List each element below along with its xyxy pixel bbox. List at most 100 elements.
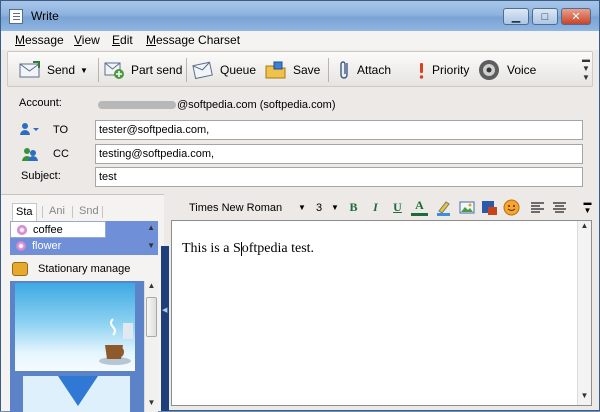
highlight-icon[interactable] (435, 199, 452, 216)
menu-bar: Message View Edit Message Charset (1, 31, 599, 50)
menu-edit[interactable]: Edit (112, 33, 133, 47)
scroll-down-icon[interactable]: ▼ (147, 241, 155, 250)
minimize-icon: ▁ (511, 11, 521, 23)
write-window: Write ▁ □ ✕ Message View Edit Message Ch… (0, 0, 600, 412)
font-family-select[interactable]: Times New Roman (189, 202, 282, 214)
account-value: @softpedia.com (softpedia.com) (177, 99, 336, 111)
maximize-button[interactable]: □ (532, 8, 558, 25)
body-text-after-caret: oftpedia test. (241, 241, 315, 256)
account-field[interactable]: @softpedia.com (softpedia.com) (95, 96, 565, 116)
tab-divider (72, 206, 73, 218)
scroll-up-icon[interactable]: ▲ (145, 281, 158, 295)
menu-view[interactable]: View (74, 33, 100, 47)
cc-field[interactable]: testing@softpedia.com, (95, 144, 583, 164)
queue-button[interactable]: Queue (191, 56, 256, 84)
scroll-down-icon[interactable]: ▼ (145, 398, 158, 412)
window-title: Write (31, 9, 59, 23)
text-color-icon[interactable]: A (411, 199, 428, 216)
bold-icon[interactable]: B (345, 199, 362, 216)
list-item[interactable]: flower (10, 238, 61, 255)
contacts-icon[interactable] (19, 122, 41, 139)
align-left-icon[interactable] (529, 199, 546, 216)
tab-divider (42, 206, 43, 218)
toolbar-divider (98, 58, 99, 82)
part-send-icon (102, 59, 126, 81)
send-label: Send (47, 63, 76, 77)
title-bar[interactable]: Write ▁ □ ✕ (1, 1, 599, 31)
stationery-preview (10, 281, 158, 412)
queue-label: Queue (220, 63, 257, 77)
save-folder-icon (264, 59, 288, 81)
flower-preview-image[interactable] (23, 376, 130, 412)
subject-label: Subject: (21, 170, 61, 182)
redacted-account-name (98, 101, 176, 110)
body-text-before-caret: This is a S (182, 241, 241, 256)
arrow-down-icon (58, 376, 98, 406)
chevron-down-icon[interactable]: ▼ (80, 66, 88, 75)
message-body-editor[interactable]: This is a Softpedia test. ▲ ▼ (171, 220, 592, 406)
toolbar-overflow-icon[interactable]: ▬ ▼ ▼ (582, 55, 590, 83)
format-overflow-icon[interactable]: ▬ ▼ (579, 199, 596, 216)
collapse-left-icon[interactable]: ◀ (162, 306, 167, 314)
toolbar-divider (328, 58, 329, 82)
cc-contacts-icon[interactable] (21, 146, 39, 165)
voice-label: Voice (507, 63, 537, 77)
panel-splitter[interactable]: ◀ (161, 246, 169, 411)
align-center-icon[interactable] (551, 199, 568, 216)
exclamation-icon (415, 59, 427, 81)
attach-label: Attach (357, 63, 392, 77)
insert-picture-icon[interactable] (459, 199, 476, 216)
preview-scrollbar[interactable]: ▲ ▼ (144, 281, 158, 412)
coffee-cup-icon (99, 318, 133, 365)
stationery-coffee: coffee (33, 224, 63, 236)
main-toolbar: Send ▼ Part send Queue Save Attach Prior… (7, 51, 593, 87)
flower-icon (16, 241, 26, 251)
font-size-select[interactable]: 3 (316, 202, 322, 214)
coffee-preview-image[interactable] (15, 283, 135, 371)
stationary-manage-label: Stationary manage (38, 263, 131, 275)
maximize-icon: □ (541, 10, 549, 23)
speaker-icon (478, 59, 502, 81)
smiley-icon[interactable] (503, 199, 520, 216)
to-label: TO (53, 124, 69, 136)
insert-link-icon[interactable] (481, 199, 498, 216)
stationery-list: coffee flower ▲ ▼ (10, 221, 158, 255)
format-toolbar: Times New Roman ▼ 3 ▼ B I U A ▬ ▼ (185, 198, 597, 217)
editor-scrollbar[interactable]: ▲ ▼ (577, 221, 591, 405)
tab-sound[interactable]: Snd (76, 203, 102, 221)
underline-icon[interactable]: U (389, 199, 406, 216)
to-field[interactable]: tester@softpedia.com, (95, 120, 583, 140)
scroll-up-icon[interactable]: ▲ (578, 221, 591, 235)
voice-button[interactable]: Voice (478, 56, 536, 84)
subject-field[interactable]: test (95, 167, 583, 187)
tab-divider (102, 206, 103, 218)
paperclip-icon (338, 59, 352, 81)
menu-message-charset[interactable]: Message Charset (146, 33, 240, 47)
stationery-flower: flower (32, 240, 62, 252)
chevron-down-icon[interactable]: ▼ (298, 203, 306, 212)
attach-button[interactable]: Attach (338, 56, 391, 84)
priority-button[interactable]: Priority (415, 56, 469, 84)
toolbar-divider (186, 58, 187, 82)
message-header: Account: @softpedia.com (softpedia.com) … (1, 90, 599, 192)
flower-icon (17, 225, 27, 235)
scroll-up-icon[interactable]: ▲ (147, 223, 155, 232)
italic-icon[interactable]: I (367, 199, 384, 216)
close-icon: ✕ (571, 11, 581, 23)
document-icon (9, 9, 23, 24)
stationary-manage-button[interactable]: Stationary manage (10, 259, 158, 279)
close-button[interactable]: ✕ (561, 8, 591, 25)
tab-animation[interactable]: Ani (46, 203, 68, 221)
scroll-thumb[interactable] (146, 297, 157, 337)
list-item[interactable]: coffee (10, 221, 106, 238)
part-send-button[interactable]: Part send (102, 56, 182, 84)
send-envelope-icon (18, 59, 42, 81)
stationery-panel: Sta Ani Snd coffee flower ▲ ▼ Stationary… (1, 194, 164, 412)
chevron-down-icon[interactable]: ▼ (331, 203, 339, 212)
save-button[interactable]: Save (264, 56, 320, 84)
minimize-button[interactable]: ▁ (503, 8, 529, 25)
scroll-down-icon[interactable]: ▼ (578, 391, 591, 405)
tab-stationery[interactable]: Sta (12, 203, 37, 221)
send-button[interactable]: Send ▼ (18, 56, 88, 84)
menu-message[interactable]: Message (15, 33, 64, 47)
